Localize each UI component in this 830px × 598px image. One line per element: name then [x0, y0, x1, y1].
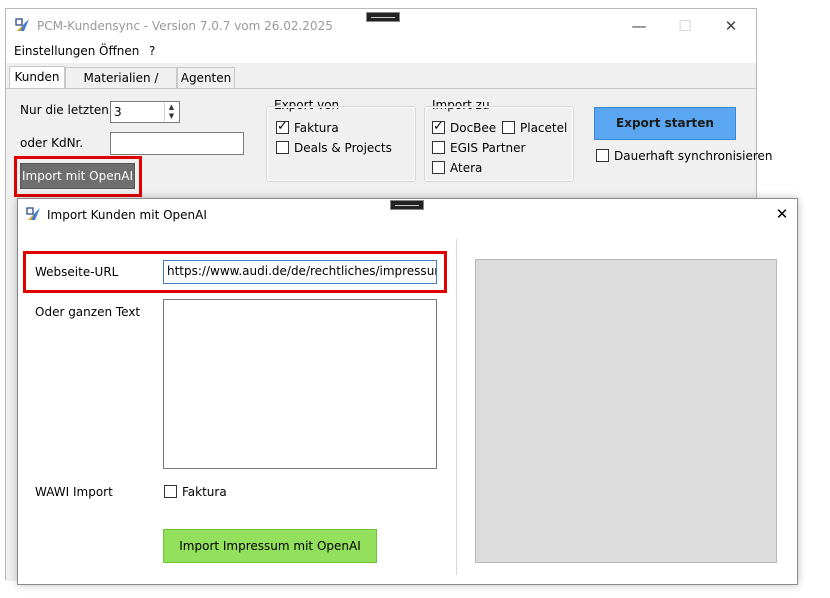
webseite-url-input[interactable]: https://www.audi.de/de/rechtliches/impre…	[163, 260, 437, 284]
faktura-export-label: Faktura	[294, 121, 339, 135]
faktura-export-checkbox[interactable]	[276, 119, 289, 134]
egis-checkbox[interactable]	[432, 141, 445, 154]
dialog-divider	[456, 239, 457, 575]
tab-materialien[interactable]: Materialien / Artikel	[65, 67, 177, 105]
main-title-bar[interactable]: PCM-Kundensync - Version 7.0.7 vom 26.02…	[6, 9, 756, 43]
webseite-url-label: Webseite-URL	[35, 265, 119, 279]
import-impressum-button[interactable]: Import Impressum mit OpenAI	[163, 529, 377, 563]
preview-panel	[475, 259, 777, 563]
spinner-arrows-icon[interactable]: ▲ ▼	[164, 103, 178, 121]
tab-agenten[interactable]: Agenten	[177, 67, 235, 89]
dauerhaft-checkbox[interactable]	[596, 149, 609, 162]
atera-label: Atera	[450, 161, 483, 175]
dialog-drag-grip-icon[interactable]	[390, 200, 424, 210]
egis-label: EGIS Partner	[450, 141, 526, 155]
atera-checkbox[interactable]	[432, 161, 445, 174]
wawi-faktura-checkbox[interactable]	[164, 485, 177, 498]
tab-kunden[interactable]: Kunden	[9, 66, 65, 89]
import-dialog: Import Kunden mit OpenAI ✕ Webseite-URL …	[17, 198, 798, 585]
deals-projects-label: Deals & Projects	[294, 141, 392, 155]
close-button[interactable]: ✕	[708, 9, 754, 43]
minimize-button[interactable]: —	[616, 9, 662, 43]
nur-letzten-value: 3	[114, 105, 122, 119]
export-starten-button[interactable]: Export starten	[594, 107, 736, 140]
import-openai-button[interactable]: Import mit OpenAI	[20, 163, 135, 189]
drag-grip-icon[interactable]	[366, 12, 400, 22]
menu-bar: Einstellungen Öffnen ?	[6, 43, 756, 63]
dialog-close-button[interactable]: ✕	[770, 203, 794, 225]
kdnr-input[interactable]	[110, 132, 244, 155]
app-logo-icon	[15, 18, 29, 31]
menu-einstellungen[interactable]: Einstellungen	[14, 44, 95, 58]
wawi-import-label: WAWI Import	[35, 485, 113, 499]
deals-projects-checkbox[interactable]	[276, 141, 289, 154]
menu-oeffnen[interactable]: Öffnen	[99, 44, 139, 58]
dauerhaft-label: Dauerhaft synchronisieren	[614, 149, 773, 163]
wawi-faktura-label: Faktura	[182, 485, 227, 499]
docbee-checkbox[interactable]	[432, 119, 445, 134]
menu-help[interactable]: ?	[149, 44, 155, 58]
main-window-title: PCM-Kundensync - Version 7.0.7 vom 26.02…	[37, 19, 333, 33]
dialog-title: Import Kunden mit OpenAI	[47, 208, 207, 222]
nur-letzten-spinner[interactable]: 3 ▲ ▼	[110, 101, 180, 123]
dialog-logo-icon	[26, 207, 40, 220]
docbee-label: DocBee	[450, 121, 497, 135]
placetel-checkbox[interactable]	[502, 121, 515, 134]
nur-letzten-label: Nur die letzten	[20, 103, 109, 117]
kdnr-label: oder KdNr.	[20, 136, 84, 150]
maximize-button[interactable]: ☐	[662, 9, 708, 43]
placetel-label: Placetel	[520, 121, 568, 135]
ganzen-text-label: Oder ganzen Text	[35, 305, 141, 319]
ganzen-text-area[interactable]	[163, 299, 437, 469]
